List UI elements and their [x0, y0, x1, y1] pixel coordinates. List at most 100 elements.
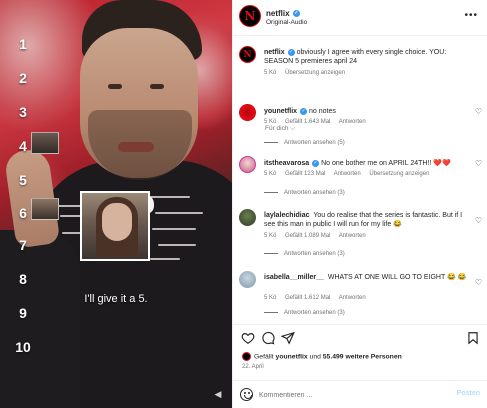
view-replies-text[interactable]: Antworten ansehen (5)	[284, 140, 345, 146]
rank-label-7: 7	[19, 237, 27, 253]
sort-dropdown[interactable]: Für dich ⌵	[265, 125, 295, 133]
rank-label-3: 3	[19, 104, 27, 120]
view-replies-text[interactable]: Antworten ansehen (3)	[284, 190, 345, 196]
comment-age: 5 Kö	[264, 171, 277, 177]
like-comment-heart-icon[interactable]: ♡	[475, 278, 482, 287]
caption-meta: 5 Kö Übersetzung anzeigen	[264, 70, 352, 76]
comment-avatar[interactable]	[239, 209, 256, 226]
heart-icon[interactable]	[241, 331, 255, 345]
comments-list[interactable]: N netflix ✓ obviously I agree with every …	[233, 36, 487, 324]
view-replies-text[interactable]: Antworten ansehen (3)	[284, 310, 345, 316]
liker-avatar	[242, 352, 251, 361]
comment-avatar[interactable]	[239, 156, 256, 173]
comment-text-block: laylalechidiac You do realise that the s…	[264, 211, 468, 229]
reply-button[interactable]: Antworten	[339, 295, 366, 301]
comment-meta: 5 Kö Gefällt 1.643 Mal Antworten	[264, 119, 373, 125]
comment-text: WHATS AT ONE WILL GO TO EIGHT 😂 😂	[327, 274, 467, 281]
translate-link[interactable]: Übersetzung anzeigen	[369, 171, 429, 177]
likes-count[interactable]: 55.499 weitere Personen	[323, 353, 402, 360]
comment-text-block: itstheavarosa ✓ No one bother me on APRIL…	[264, 159, 468, 168]
like-comment-heart-icon[interactable]: ♡	[475, 107, 482, 116]
comment-likes[interactable]: Gefällt 1.643 Mal	[285, 119, 330, 125]
caption-username[interactable]: netflix	[264, 49, 285, 56]
view-replies-link[interactable]: Antworten ansehen (3)	[264, 310, 345, 316]
comment-age: 5 Kö	[264, 119, 277, 125]
comment-username[interactable]: laylalechidiac	[264, 212, 310, 219]
audio-link[interactable]: Original-Audio	[266, 19, 307, 26]
reply-button[interactable]: Antworten	[339, 119, 366, 125]
comment-likes[interactable]: Gefällt 123 Mal	[285, 171, 325, 177]
comment-username[interactable]: younetflix	[264, 108, 297, 115]
like-comment-heart-icon[interactable]: ♡	[475, 159, 482, 168]
post-header: N netflix ✓ Original-Audio •••	[233, 0, 487, 36]
rank-thumbnail	[31, 198, 59, 220]
likes-summary[interactable]: Gefällt younetflix und 55.499 weitere Pe…	[242, 352, 402, 361]
comment-text-block: isabella__miller__ WHATS AT ONE WILL GO …	[264, 273, 468, 282]
comment-icon[interactable]	[261, 331, 275, 345]
sweater-stripe	[150, 196, 190, 198]
post-sidebar: N netflix ✓ Original-Audio ••• N netflix…	[232, 0, 487, 408]
comment-username[interactable]: itstheavarosa	[264, 160, 309, 167]
replies-divider	[264, 141, 278, 143]
likes-prefix: Gefällt	[254, 353, 276, 361]
account-username-text[interactable]: netflix	[266, 9, 290, 18]
reply-button[interactable]: Antworten	[334, 171, 361, 177]
person-eye	[150, 84, 164, 89]
rank-thumbnail-current	[80, 191, 150, 261]
rank-label-10: 10	[15, 339, 31, 355]
view-replies-link[interactable]: Antworten ansehen (3)	[264, 190, 345, 196]
comment-input[interactable]	[259, 388, 449, 402]
sweater-stripe	[150, 258, 180, 260]
rank-label-5: 5	[19, 172, 27, 188]
comment-username[interactable]: isabella__miller__	[264, 274, 324, 281]
rank-label-8: 8	[19, 271, 27, 287]
share-icon[interactable]	[281, 331, 295, 345]
video-subtitle: I'll give it a 5.	[84, 293, 148, 305]
rank-label-2: 2	[19, 70, 27, 86]
mute-icon[interactable]: ◀	[212, 389, 224, 399]
post-comment-button[interactable]: Posten	[457, 390, 480, 397]
reply-button[interactable]: Antworten	[339, 233, 366, 239]
replies-divider	[264, 191, 278, 193]
verified-badge-icon: ✓	[300, 107, 308, 115]
comment-meta: 5 Kö Gefällt 123 Mal Antworten Übersetzu…	[264, 171, 436, 177]
view-replies-link[interactable]: Antworten ansehen (5)	[264, 140, 345, 146]
sweater-stripe	[62, 232, 82, 234]
comment-avatar[interactable]	[239, 271, 256, 288]
sweater-stripe	[158, 244, 196, 246]
verified-badge-icon: ✓	[292, 10, 300, 18]
thumbnail-face	[102, 203, 132, 241]
reel-video[interactable]: 1 2 3 4 5 6 7 8 9 10 I'll give it a 5. ◀	[0, 0, 232, 408]
comment-likes[interactable]: Gefällt 1.089 Mal	[285, 233, 330, 239]
comment-likes[interactable]: Gefällt 1.612 Mal	[285, 295, 330, 301]
person-mouth	[118, 142, 154, 152]
post-actions	[233, 324, 487, 348]
account-username[interactable]: netflix ✓	[266, 9, 300, 18]
comment-age: 5 Kö	[264, 233, 277, 239]
caption-avatar[interactable]: N	[239, 46, 256, 63]
view-replies-text[interactable]: Antworten ansehen (3)	[284, 251, 345, 257]
sweater-stripe	[155, 212, 203, 214]
translate-link[interactable]: Übersetzung anzeigen	[285, 70, 345, 76]
liker-username[interactable]: younetflix	[276, 353, 308, 360]
more-options-icon[interactable]: •••	[464, 10, 478, 21]
emoji-icon[interactable]	[240, 388, 253, 401]
comment-composer: Posten	[233, 380, 487, 408]
person-eye	[108, 84, 122, 89]
account-avatar[interactable]: N	[239, 5, 261, 27]
bookmark-icon[interactable]	[466, 331, 480, 345]
rank-thumbnail	[31, 132, 59, 154]
sweater-stripe	[152, 228, 196, 230]
rank-label-1: 1	[19, 36, 27, 52]
comment-text-block: younetflix ✓ no notes	[264, 107, 468, 116]
likes-conjunction: und	[307, 353, 323, 361]
view-replies-link[interactable]: Antworten ansehen (3)	[264, 251, 345, 257]
comment-meta: 5 Kö Gefällt 1.612 Mal Antworten	[264, 295, 373, 301]
comment-age: 5 Kö	[264, 295, 277, 301]
netflix-logo-icon: N	[244, 9, 256, 23]
comment-avatar[interactable]	[239, 104, 256, 121]
replies-divider	[264, 311, 278, 313]
caption-age: 5 Kö	[264, 70, 277, 76]
like-comment-heart-icon[interactable]: ♡	[475, 216, 482, 225]
caption-text-block: netflix ✓ obviously I agree with every si…	[264, 48, 468, 66]
